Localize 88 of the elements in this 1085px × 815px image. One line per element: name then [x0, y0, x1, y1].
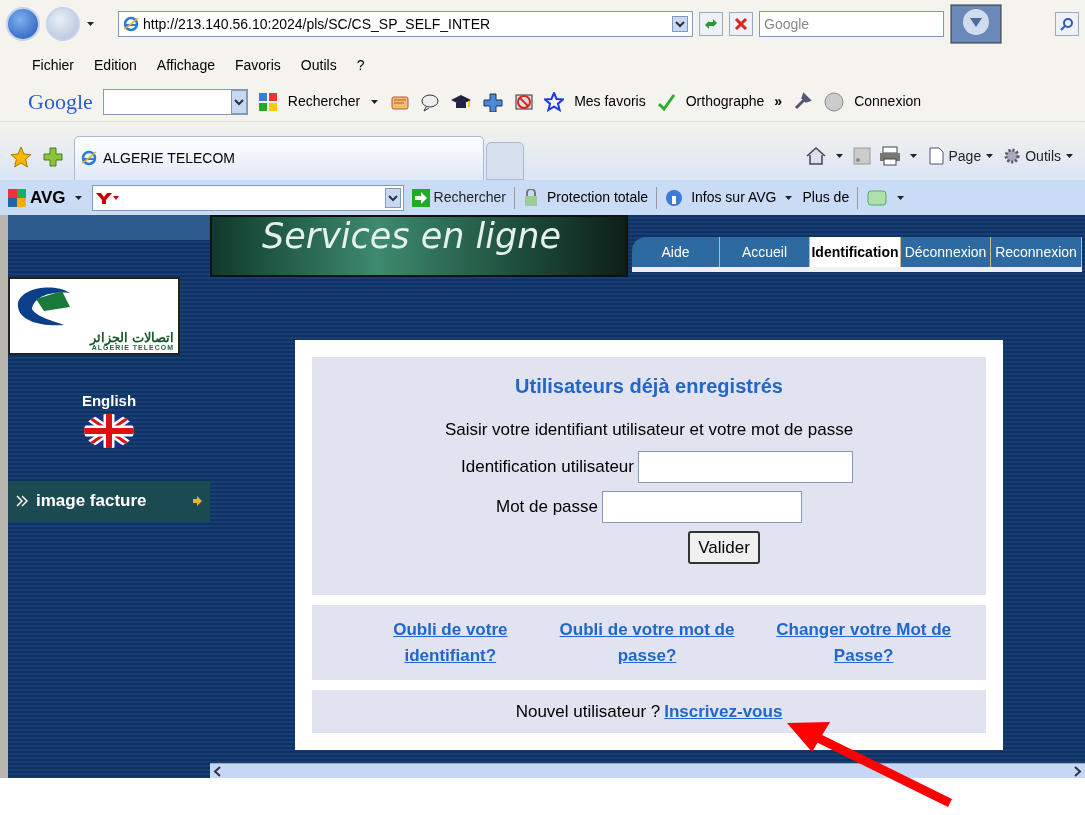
form-title: Utilisateurs déjà enregistrés: [515, 374, 783, 399]
yahoo-icon: [94, 190, 121, 205]
grid-icon: [257, 91, 278, 112]
favorites-button[interactable]: Mes favoris: [574, 91, 646, 112]
prompt-text: Nouvel utilisateur ?: [515, 700, 661, 723]
refresh-icon: [703, 17, 719, 31]
checkmark-icon[interactable]: [655, 91, 676, 112]
speech-bubble-icon[interactable]: [420, 91, 441, 112]
field-label: Mot de passe: [495, 495, 599, 518]
caret-icon[interactable]: [86, 20, 96, 28]
more-button[interactable]: Plus de: [802, 187, 850, 208]
link[interactable]: Oubli de votre mot de passe?: [547, 617, 747, 668]
link[interactable]: Changer votre Mot de Passe?: [763, 617, 964, 668]
home-icon[interactable]: [804, 146, 827, 166]
arrow-icon: [411, 188, 430, 207]
browser-tab[interactable]: ALGERIE TELECOM: [74, 136, 484, 180]
caret-icon[interactable]: [73, 193, 84, 202]
caret-icon: [985, 152, 996, 160]
browser-icon: [123, 16, 139, 32]
instruction-text: Saisir votre identifiant utilisateur et votre mot de passe: [444, 419, 854, 441]
google-logo: Google: [28, 88, 93, 116]
nav-tab[interactable]: Identification: [810, 237, 901, 267]
tools-menu[interactable]: Outils: [1003, 145, 1075, 167]
page-menu[interactable]: Page: [926, 145, 996, 167]
browser-icon: [81, 149, 99, 168]
star-icon[interactable]: [10, 146, 32, 168]
search-button[interactable]: Rechercher: [411, 187, 506, 208]
add-favorite-icon[interactable]: [42, 146, 64, 168]
caret-icon[interactable]: [834, 152, 845, 160]
protection-button[interactable]: Protection totale: [546, 187, 649, 208]
avg-logo: AVG: [8, 184, 66, 211]
nav-tab[interactable]: Aide: [632, 237, 720, 267]
arrow-icon: [192, 495, 202, 506]
caret-icon[interactable]: [896, 193, 907, 202]
text-field[interactable]: [602, 490, 803, 523]
nav-tab[interactable]: Accueil: [720, 237, 810, 267]
submit-button[interactable]: Valider: [688, 530, 760, 564]
menu-item[interactable]: Favoris: [234, 54, 281, 76]
close-icon: [734, 17, 748, 31]
search-button[interactable]: [1055, 12, 1079, 36]
menu-item[interactable]: Edition: [94, 54, 137, 76]
dropdown-icon[interactable]: [672, 16, 688, 32]
text-field[interactable]: [637, 450, 853, 483]
info-icon: [665, 188, 684, 207]
page-icon: [926, 147, 945, 165]
login-button[interactable]: Connexion: [854, 91, 922, 112]
more-button[interactable]: »: [774, 91, 783, 112]
menu-item[interactable]: Fichier: [32, 54, 74, 76]
search-button[interactable]: Rechercher: [287, 91, 361, 112]
feed-icon: [852, 147, 871, 165]
lock-icon: [522, 188, 539, 207]
printer-icon[interactable]: [878, 146, 901, 166]
refresh-button[interactable]: [699, 12, 723, 36]
search-icon: [1060, 17, 1074, 31]
menu-item[interactable]: ?: [356, 54, 365, 76]
toolbar-search-field[interactable]: [102, 88, 248, 115]
tab-title: ALGERIE TELECOM: [103, 149, 235, 168]
back-button[interactable]: [6, 7, 40, 41]
field-label: Identification utilisateur: [461, 455, 634, 478]
horizontal-scrollbar[interactable]: [210, 763, 1085, 778]
search-field[interactable]: Google: [759, 11, 944, 37]
link[interactable]: Oubli de votre identifiant?: [370, 617, 531, 668]
banner: Services en ligne: [210, 215, 628, 277]
nav-tab[interactable]: Reconnexion: [991, 237, 1082, 267]
info-button[interactable]: Infos sur AVG: [691, 187, 777, 208]
circle-icon: [824, 91, 845, 112]
dropdown-icon[interactable]: [384, 187, 401, 208]
sidebar-item[interactable]: image facture: [8, 480, 210, 521]
chevron-icon: [16, 494, 28, 507]
language-link[interactable]: English: [81, 390, 137, 413]
spelling-button[interactable]: Orthographe: [685, 91, 765, 112]
dropdown-icon[interactable]: [230, 89, 247, 114]
menu-item[interactable]: Outils: [300, 54, 337, 76]
caret-icon[interactable]: [908, 152, 919, 160]
plus-icon[interactable]: [482, 91, 505, 112]
caret-icon: [1065, 152, 1075, 160]
menu-item[interactable]: Affichage: [156, 54, 215, 76]
popup-blocker-icon[interactable]: [514, 91, 535, 112]
nav-tab[interactable]: Déconnexion: [901, 237, 991, 267]
gear-icon: [1003, 147, 1022, 165]
star-icon[interactable]: [544, 91, 565, 112]
register-link[interactable]: Inscrivez-vous: [664, 698, 783, 725]
caret-icon[interactable]: [784, 193, 795, 202]
toolbar-search-field[interactable]: [91, 184, 404, 211]
address-field[interactable]: http://213.140.56.10:2024/pls/SC/CS_SP_SELF_INTER: [118, 11, 693, 37]
download-icon[interactable]: [950, 4, 1002, 44]
caret-icon[interactable]: [370, 97, 381, 106]
stop-button[interactable]: [729, 12, 753, 36]
